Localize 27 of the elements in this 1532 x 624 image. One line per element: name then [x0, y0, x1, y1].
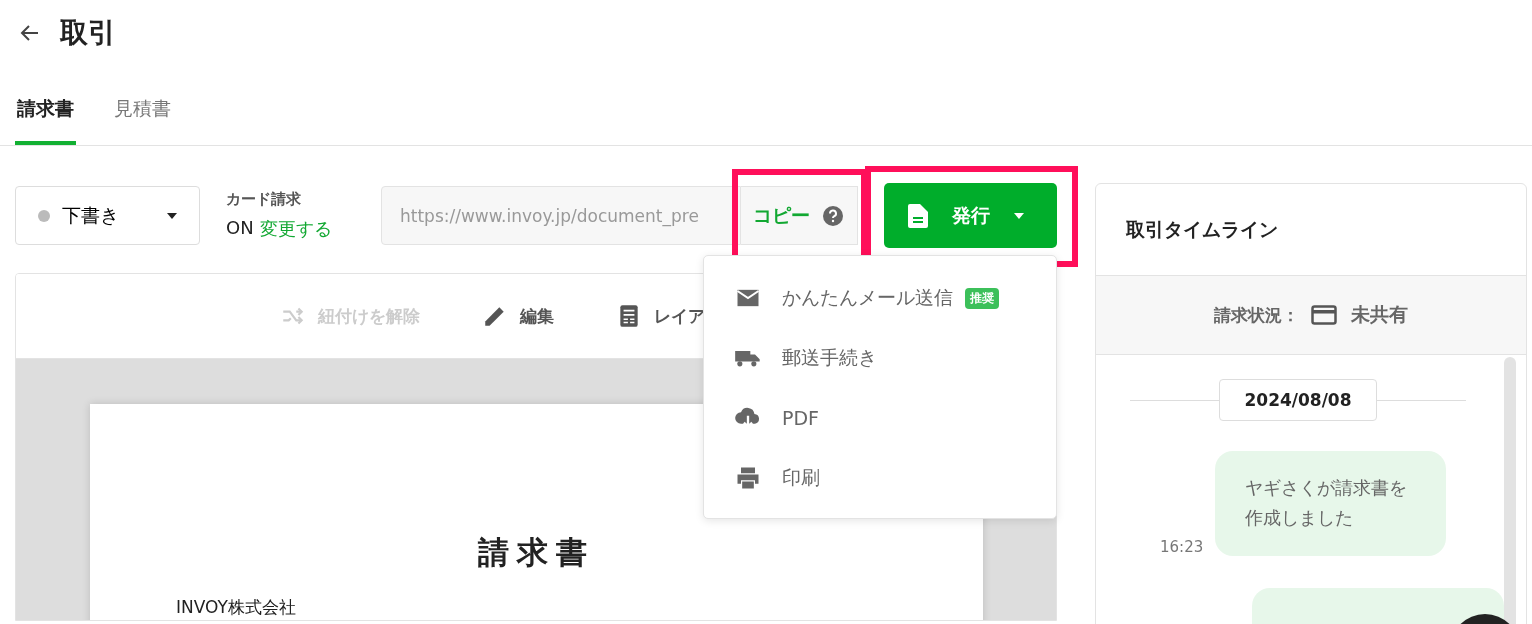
issuer-name: INVOY株式会社: [176, 596, 297, 619]
status-value: 未共有: [1351, 302, 1408, 327]
issue-button[interactable]: 発行: [884, 183, 1057, 248]
document-title: 請求書: [477, 533, 596, 572]
caret-icon: [167, 212, 177, 219]
card-billing-label: カード請求: [226, 190, 302, 209]
menu-item[interactable]: 印刷: [704, 448, 1056, 508]
recommended-badge: 推奨: [965, 287, 999, 309]
help-icon[interactable]: [822, 204, 844, 227]
message-bubble: ヤギさくが請求書を作成しました: [1215, 451, 1447, 557]
caret-icon: [1014, 212, 1024, 219]
date-chip: 2024/08/08: [1219, 379, 1377, 421]
status-dot-icon: [38, 209, 50, 222]
document-icon: [908, 203, 928, 228]
scrollbar[interactable]: [1504, 357, 1516, 624]
page-title: 取引: [60, 15, 116, 51]
toolbar-button[interactable]: 編集: [476, 302, 560, 330]
status-label: 請求状況：: [1214, 303, 1299, 327]
tab[interactable]: 請求書: [15, 80, 76, 145]
status-select[interactable]: 下書き: [15, 186, 200, 245]
credit-card-icon: [1311, 304, 1337, 326]
menu-item[interactable]: PDF: [704, 388, 1056, 448]
card-billing-state: ON: [226, 217, 254, 240]
change-link[interactable]: 変更する: [259, 217, 332, 241]
menu-item[interactable]: 郵送手続き: [704, 328, 1056, 388]
event-time: 16:23: [1160, 538, 1204, 557]
tab[interactable]: 見積書: [112, 80, 173, 145]
